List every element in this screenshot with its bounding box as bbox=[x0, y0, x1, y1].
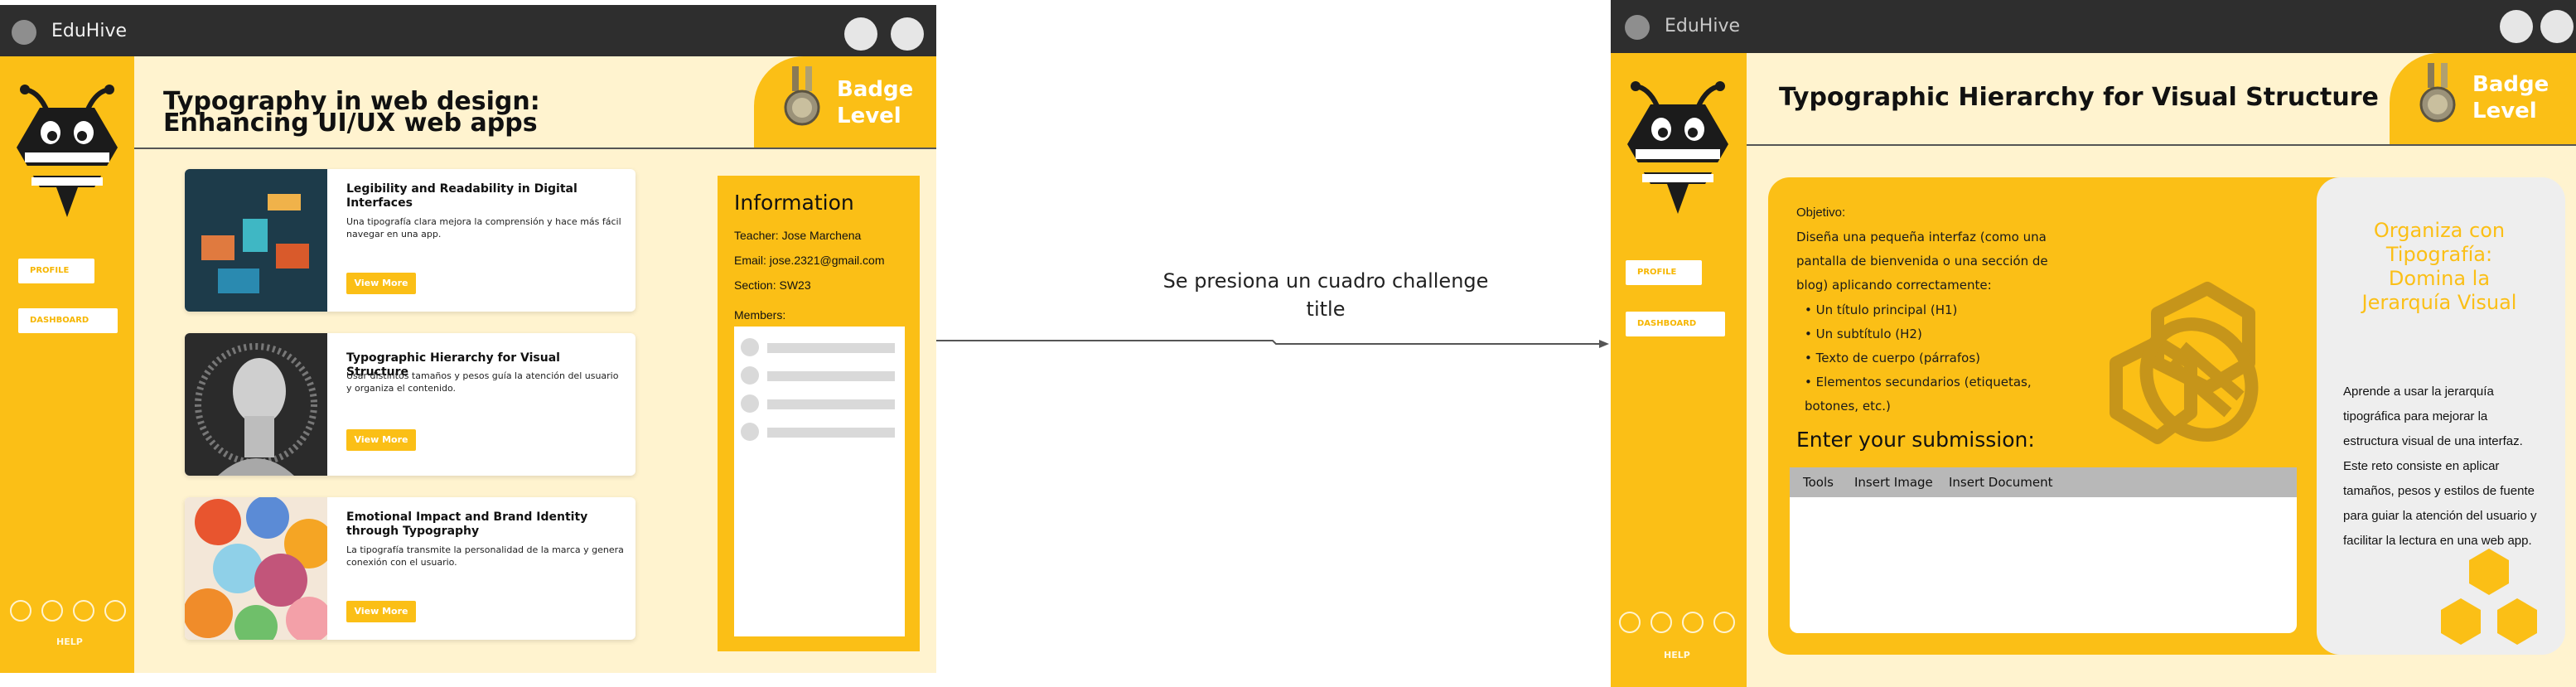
objective-item-2: • Un subtítulo (H2) bbox=[1805, 327, 1922, 341]
member-avatar bbox=[741, 338, 759, 356]
window-button-1[interactable] bbox=[2500, 10, 2533, 43]
facebook-icon[interactable] bbox=[10, 600, 31, 622]
email-icon[interactable] bbox=[1713, 612, 1735, 633]
challenge-card-2[interactable]: Typographic Hierarchy for Visual Structu… bbox=[185, 333, 636, 476]
tools-button[interactable]: Tools bbox=[1803, 475, 1834, 490]
info-teacher: Teacher: Jose Marchena bbox=[734, 229, 862, 242]
challenge-card-1[interactable]: Legibility and Readability in Digital In… bbox=[185, 169, 636, 312]
transition-label: Se presiona un cuadro challenge title bbox=[1162, 269, 1489, 321]
info-heading: Information bbox=[734, 191, 854, 215]
objective-item-1: • Un título principal (H1) bbox=[1805, 302, 1958, 317]
card-image-emojis bbox=[185, 497, 327, 640]
right-sidebar: PROFILE DASHBOARD HELP bbox=[1611, 53, 1747, 687]
members-list bbox=[734, 327, 905, 636]
app-logo-dot bbox=[12, 20, 36, 45]
bee-watermark-icon bbox=[2110, 282, 2259, 444]
challenge-card-3[interactable]: Emotional Impact and Brand Identity thro… bbox=[185, 497, 636, 640]
objective-item-3: • Texto de cuerpo (párrafos) bbox=[1805, 351, 1980, 365]
transition-arrow bbox=[936, 340, 1609, 348]
objective-intro: Diseña una pequeña interfaz (como una pa… bbox=[1796, 230, 2048, 293]
help-link[interactable]: HELP bbox=[56, 636, 83, 647]
challenge-description-panel: Organiza con Tipografía: Domina la Jerar… bbox=[2317, 177, 2565, 655]
challenge-desc-1: Una tipografía clara mejora la comprensi… bbox=[346, 216, 621, 239]
challenge-title-3[interactable]: Emotional Impact and Brand Identity thro… bbox=[346, 510, 620, 539]
facebook-icon[interactable] bbox=[1619, 612, 1641, 633]
page-title: Typography in web design: Enhancing UI/U… bbox=[163, 87, 540, 138]
view-more-button-3[interactable]: View More bbox=[346, 601, 416, 622]
objective-item-text: Un subtítulo (H2) bbox=[1815, 327, 1922, 341]
card-image-tech bbox=[185, 169, 327, 312]
member-avatar bbox=[741, 366, 759, 385]
submission-editor[interactable]: Tools Insert Image Insert Document bbox=[1790, 467, 2297, 633]
editor-toolbar: Tools Insert Image Insert Document bbox=[1790, 467, 2297, 497]
member-avatar bbox=[741, 394, 759, 413]
challenge-title-1[interactable]: Legibility and Readability in Digital In… bbox=[346, 182, 620, 210]
dashboard-button[interactable]: DASHBOARD bbox=[1626, 312, 1725, 336]
bee-logo-icon bbox=[1627, 81, 1728, 214]
card-image-typography-head bbox=[185, 333, 327, 476]
side-panel-body: Aprende a usar la jerarquía tipográfica … bbox=[2343, 385, 2537, 548]
medal-icon bbox=[784, 66, 820, 126]
honeycomb-icon bbox=[2441, 549, 2537, 645]
member-name-placeholder bbox=[767, 399, 895, 409]
member-name-placeholder bbox=[767, 428, 895, 438]
left-titlebar: EduHive bbox=[0, 5, 936, 56]
bee-logo-icon bbox=[17, 85, 118, 217]
window-button-1[interactable] bbox=[844, 17, 877, 51]
badge-panel[interactable]: Badge Level bbox=[2390, 53, 2576, 144]
challenge-desc-2: Usar distintos tamaños y pesos guía la a… bbox=[346, 370, 619, 394]
member-name-placeholder bbox=[767, 343, 895, 353]
email-icon[interactable] bbox=[104, 600, 126, 622]
medal-icon bbox=[2419, 63, 2456, 123]
view-more-button-2[interactable]: View More bbox=[346, 429, 416, 451]
twitter-icon[interactable] bbox=[73, 600, 94, 622]
side-panel-title: Organiza con Tipografía: Domina la Jerar… bbox=[2361, 219, 2517, 314]
app-logo-dot bbox=[1625, 15, 1650, 40]
challenge-desc-3: La tipografía transmite la personalidad … bbox=[346, 544, 624, 568]
info-section: Section: SW23 bbox=[734, 278, 811, 292]
instagram-icon[interactable] bbox=[41, 600, 63, 622]
app-name: EduHive bbox=[1665, 16, 1741, 36]
instagram-icon[interactable] bbox=[1650, 612, 1672, 633]
objective-item-text: Un título principal (H1) bbox=[1815, 302, 1958, 317]
profile-button[interactable]: PROFILE bbox=[18, 259, 94, 283]
member-name-placeholder bbox=[767, 371, 895, 381]
help-link[interactable]: HELP bbox=[1664, 650, 1690, 660]
window-button-2[interactable] bbox=[891, 17, 924, 51]
left-sidebar: PROFILE DASHBOARD HELP bbox=[0, 56, 134, 673]
profile-button[interactable]: PROFILE bbox=[1626, 260, 1702, 285]
objective-item-4: • Elementos secundarios (etiquetas, boto… bbox=[1805, 375, 2032, 414]
insert-document-button[interactable]: Insert Document bbox=[1949, 475, 2053, 490]
badge-label: Badge Level bbox=[2472, 72, 2549, 123]
info-members-label: Members: bbox=[734, 308, 786, 322]
objective-item-text: Elementos secundarios (etiquetas, botone… bbox=[1805, 375, 2032, 414]
objective-label: Objetivo: bbox=[1796, 206, 1846, 220]
insert-image-button[interactable]: Insert Image bbox=[1854, 475, 1933, 490]
submission-heading: Enter your submission: bbox=[1796, 428, 2035, 452]
badge-panel[interactable]: Badge Level bbox=[754, 56, 936, 148]
window-button-2[interactable] bbox=[2540, 10, 2574, 43]
app-name: EduHive bbox=[51, 21, 128, 41]
objective-item-text: Texto de cuerpo (párrafos) bbox=[1815, 351, 1980, 365]
info-email: Email: jose.2321@gmail.com bbox=[734, 254, 885, 267]
right-window: EduHive PROFILE DASHBOARD HELP Typograph… bbox=[1611, 0, 2576, 687]
twitter-icon[interactable] bbox=[1682, 612, 1704, 633]
info-panel: Information Teacher: Jose Marchena Email… bbox=[718, 176, 920, 651]
right-titlebar: EduHive bbox=[1611, 0, 2576, 53]
page-title: Typographic Hierarchy for Visual Structu… bbox=[1779, 83, 2379, 112]
view-more-button-1[interactable]: View More bbox=[346, 273, 416, 294]
member-avatar bbox=[741, 423, 759, 441]
dashboard-button[interactable]: DASHBOARD bbox=[18, 308, 118, 333]
left-window: EduHive PROFILE DASHBOARD HELP Typograph… bbox=[0, 5, 936, 673]
badge-label: Badge Level bbox=[837, 77, 914, 128]
